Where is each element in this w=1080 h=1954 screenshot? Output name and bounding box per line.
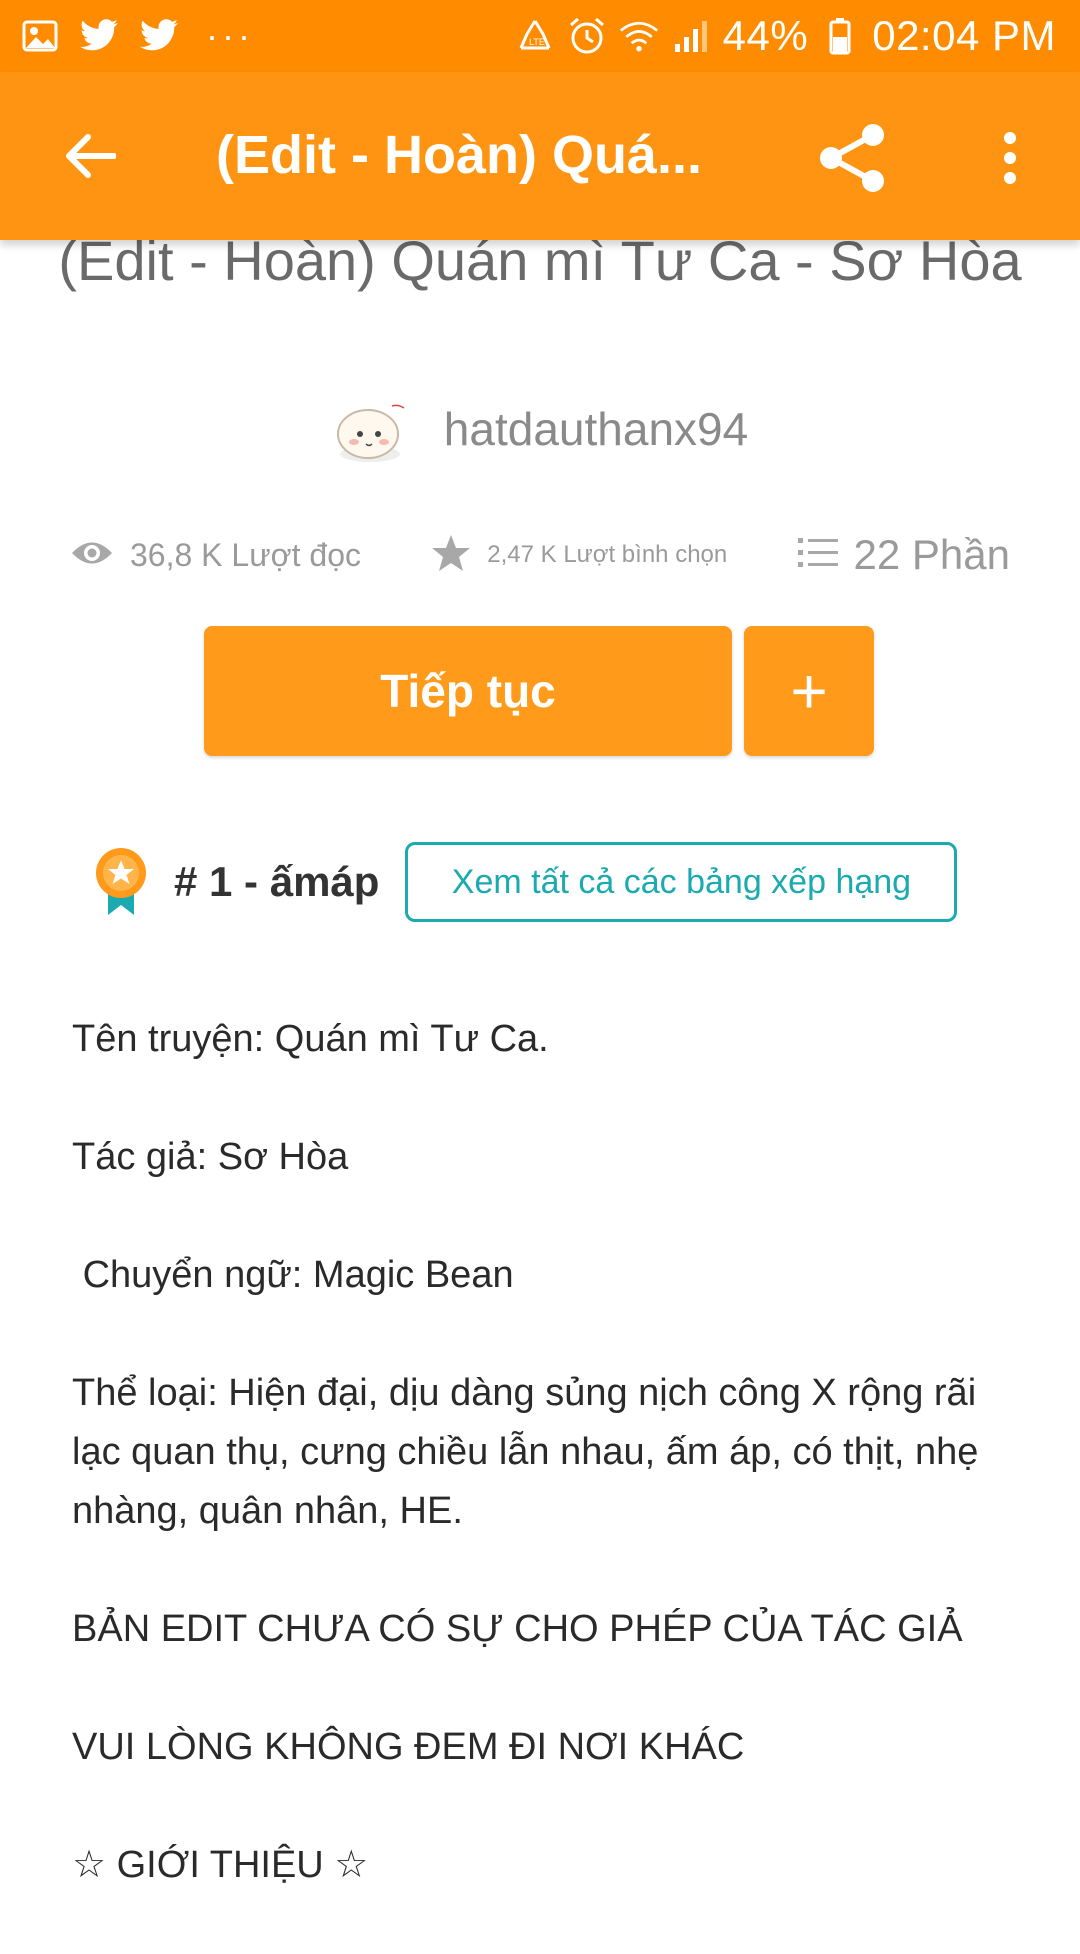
story-stats: 36,8 K Lượt đọc 2,47 K Lượt bình chọn 22…	[70, 520, 1010, 590]
ranking-row: # 1 - ấmáp Xem tất cả các bảng xếp hạng	[94, 842, 958, 922]
image-icon	[20, 16, 60, 56]
star-icon	[431, 534, 471, 577]
add-to-library-button[interactable]: +	[744, 626, 874, 756]
battery-icon	[820, 16, 860, 56]
alarm-icon	[567, 16, 607, 56]
more-notifications: ···	[206, 15, 254, 56]
back-button[interactable]	[50, 118, 130, 198]
description-line: ☆ GIỚI THIỆU ☆	[72, 1844, 369, 1886]
reads-stat: 36,8 K Lượt đọc	[70, 537, 361, 574]
status-right: LTE 44% 02:04 PM	[515, 12, 1056, 60]
arrow-left-icon	[64, 133, 117, 184]
continue-reading-button[interactable]: Tiếp tục	[204, 626, 732, 756]
author-name[interactable]: hatdauthanx94	[444, 402, 748, 456]
votes-stat: 2,47 K Lượt bình chọn	[431, 534, 727, 577]
app-bar-title: (Edit - Hoàn) Quá...	[216, 125, 702, 185]
list-icon	[797, 536, 838, 575]
recycle-icon: LTE	[515, 16, 555, 56]
plus-icon: +	[790, 655, 828, 727]
more-options-button[interactable]	[980, 116, 1040, 204]
signal-icon	[671, 16, 711, 56]
view-all-rankings-button[interactable]: Xem tất cả các bảng xếp hạng	[405, 842, 958, 922]
avatar[interactable]	[332, 390, 410, 468]
share-icon	[815, 121, 889, 200]
eye-icon	[70, 538, 114, 573]
status-left: ···	[20, 15, 254, 57]
status-bar: ··· LTE 44% 02:04 PM	[0, 0, 1080, 72]
author-row[interactable]: hatdauthanx94	[0, 390, 1080, 468]
rank-label: # 1 - ấmáp	[174, 858, 380, 905]
description-line: Thể loại: Hiện đại, dịu dàng sủng nịch c…	[72, 1372, 989, 1532]
description-line: BẢN EDIT CHƯA CÓ SỰ CHO PHÉP CỦA TÁC GIẢ	[72, 1608, 963, 1650]
twitter-icon	[140, 16, 180, 56]
medal-icon	[94, 847, 148, 917]
parts-stat: 22 Phần	[797, 531, 1010, 579]
story-description: Tên truyện: Quán mì Tư Ca. Tác giả: Sơ H…	[72, 1010, 1012, 1954]
action-buttons: Tiếp tục +	[204, 626, 874, 756]
description-line: VUI LÒNG KHÔNG ĐEM ĐI NƠI KHÁC	[72, 1726, 745, 1768]
app-bar: (Edit - Hoàn) Quá...	[0, 72, 1080, 240]
share-button[interactable]	[808, 116, 896, 204]
votes-count: 2,47 K Lượt bình chọn	[487, 541, 728, 568]
wifi-icon	[619, 16, 659, 56]
description-line: Tác giả: Sơ Hòa	[72, 1136, 349, 1178]
description-line: Tên truyện: Quán mì Tư Ca.	[72, 1018, 549, 1060]
twitter-icon	[80, 16, 120, 56]
clock: 02:04 PM	[872, 12, 1056, 59]
reads-count: 36,8 K Lượt đọc	[130, 536, 361, 573]
description-line: Chuyển ngữ: Magic Bean	[72, 1254, 514, 1296]
battery-percent: 44%	[722, 12, 809, 59]
parts-count: 22 Phần	[853, 531, 1010, 578]
more-vertical-icon	[1003, 131, 1017, 190]
svg-text:LTE: LTE	[529, 37, 545, 47]
